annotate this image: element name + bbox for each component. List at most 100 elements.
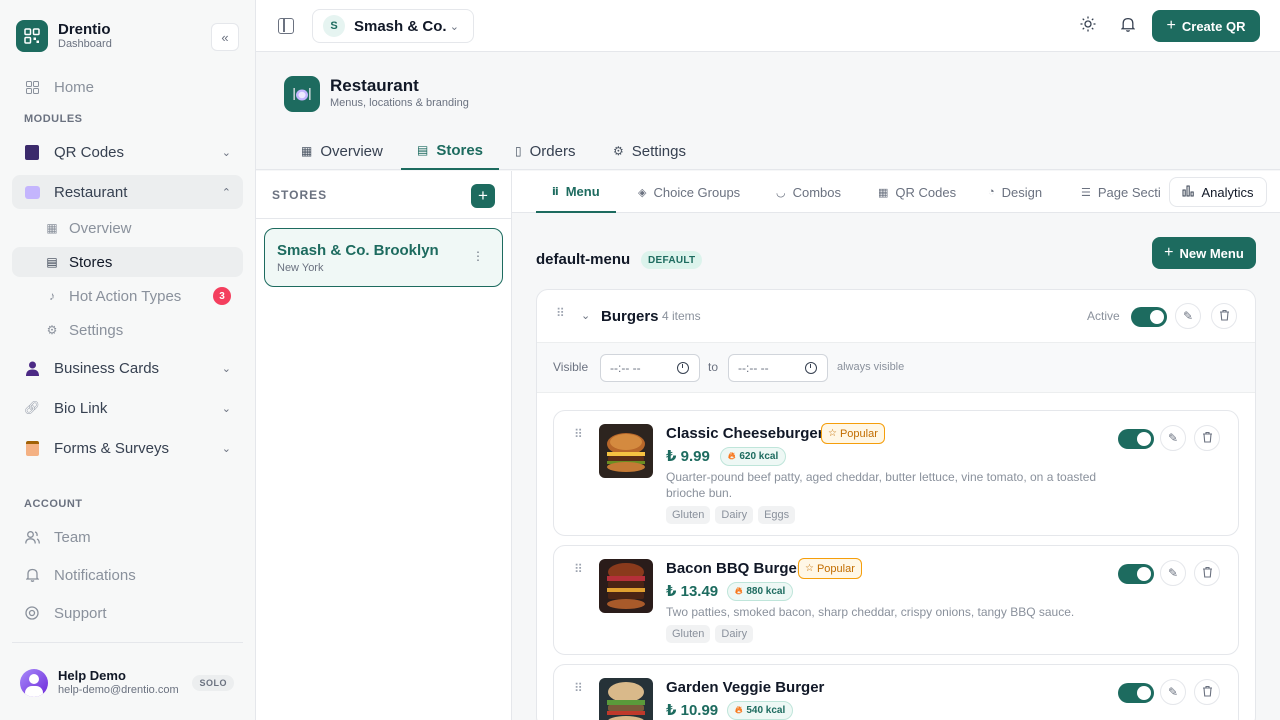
chevron-down-icon[interactable]: ⌄: [581, 309, 590, 322]
subtab-label: QR Codes: [895, 184, 957, 200]
new-menu-button[interactable]: + New Menu: [1152, 237, 1256, 269]
gear-icon: ⚙: [46, 323, 58, 337]
sidebar-item-restaurant[interactable]: Restaurant ⌃: [12, 175, 243, 209]
clock-icon: [677, 362, 689, 374]
bowl-icon: ◡: [776, 186, 786, 199]
trash-icon: [1202, 685, 1213, 700]
account-section-label: ACCOUNT: [24, 498, 83, 510]
sidebar-subitem-stores[interactable]: ▤ Stores: [12, 247, 243, 277]
sidebar-item-home[interactable]: Home: [12, 70, 243, 104]
sidebar-item-label: Home: [54, 78, 95, 96]
subtab-label: Choice Groups: [653, 184, 741, 200]
delete-item-button[interactable]: [1194, 425, 1220, 451]
sidebar-item-label: Restaurant: [54, 183, 128, 201]
subtab-qr-codes[interactable]: ▦ QR Codes: [862, 171, 972, 213]
topbar: S Smash & Co. ⌄ + Create QR: [256, 0, 1280, 52]
sidebar-item-label: Forms & Surveys: [54, 439, 170, 457]
analytics-button[interactable]: Analytics: [1169, 177, 1267, 207]
sidebar-item-label: Bio Link: [54, 399, 108, 417]
edit-category-button[interactable]: ✎: [1175, 303, 1201, 329]
edit-item-button[interactable]: ✎: [1160, 425, 1186, 451]
sidebar-item-team[interactable]: Team: [12, 520, 243, 554]
visible-from-time-input[interactable]: --:-- --: [600, 354, 700, 382]
sidebar: Drentio Dashboard « Home MODULES QR Code…: [0, 0, 256, 720]
item-active-toggle[interactable]: [1118, 683, 1154, 703]
user-name: Help Demo: [58, 668, 126, 683]
user-profile[interactable]: Help Demo help-demo@drentio.com SOLO: [20, 668, 236, 697]
collapse-sidebar-button[interactable]: «: [211, 23, 239, 51]
avatar: [20, 668, 48, 697]
add-store-button[interactable]: +: [471, 184, 495, 208]
sidebar-item-bio-link[interactable]: 🔗︎ Bio Link ⌄: [12, 391, 243, 425]
drag-handle-icon[interactable]: ⠿: [574, 563, 584, 575]
sidebar-item-forms-surveys[interactable]: Forms & Surveys ⌄: [12, 431, 243, 465]
sidebar-subitem-overview[interactable]: ▦ Overview: [12, 213, 243, 243]
layers-icon: ◈: [638, 186, 647, 199]
delete-item-button[interactable]: [1194, 679, 1220, 705]
subtab-menu[interactable]: ⅱ Menu: [536, 171, 616, 213]
item-description: Two patties, smoked bacon, sharp cheddar…: [666, 605, 1075, 619]
chevron-up-icon: ⌃: [221, 186, 231, 199]
delete-category-button[interactable]: [1211, 303, 1237, 329]
category-active-toggle[interactable]: [1131, 307, 1167, 327]
edit-item-button[interactable]: ✎: [1160, 560, 1186, 586]
sidebar-item-notifications[interactable]: Notifications: [12, 558, 243, 592]
subtab-design[interactable]: ◔ Design: [972, 171, 1058, 213]
visible-label: Visible: [553, 360, 589, 374]
person-icon: [24, 360, 40, 376]
bell-icon: [1120, 17, 1136, 36]
stores-title: STORES: [272, 188, 328, 202]
utensils-icon: ⅱ: [552, 185, 559, 198]
drag-handle-icon[interactable]: ⠿: [574, 682, 584, 694]
item-description: Quarter-pound beef patty, aged cheddar, …: [666, 470, 1097, 500]
theme-toggle-button[interactable]: [1078, 16, 1098, 36]
sidebar-item-business-cards[interactable]: Business Cards ⌄: [12, 351, 243, 385]
item-active-toggle[interactable]: [1118, 429, 1154, 449]
store-card[interactable]: Smash & Co. Brooklyn New York ⋮: [264, 228, 503, 287]
subtab-label: Menu: [565, 183, 600, 199]
item-name: Garden Veggie Burger: [666, 679, 825, 696]
notifications-button[interactable]: [1118, 16, 1138, 36]
trash-icon: [1219, 309, 1230, 324]
sidebar-subitem-label: Overview: [69, 219, 132, 237]
lifebuoy-icon: [24, 605, 40, 621]
sidebar-item-qr-codes[interactable]: QR Codes ⌄: [12, 135, 243, 169]
sidebar-item-support[interactable]: Support: [12, 596, 243, 630]
chevron-down-icon: ⌄: [221, 146, 231, 159]
tab-stores[interactable]: ▤ Stores: [401, 132, 500, 170]
popular-label: Popular: [839, 427, 878, 440]
edit-item-button[interactable]: ✎: [1160, 679, 1186, 705]
tab-orders[interactable]: ▯ Orders: [499, 132, 591, 170]
visible-to-time-input[interactable]: --:-- --: [728, 354, 828, 382]
store-initial-badge: S: [323, 15, 345, 37]
store-name: Smash & Co. Brooklyn: [277, 242, 439, 259]
item-active-toggle[interactable]: [1118, 564, 1154, 584]
drag-handle-icon[interactable]: ⠿: [556, 307, 566, 319]
chevron-down-icon: ⌄: [449, 20, 459, 33]
menu-item-card: ⠿ Bacon BBQ Burger ☆ Popular ₺ 13.49 🔥︎ …: [553, 545, 1239, 655]
item-image: [599, 424, 653, 478]
allergen-tag: Eggs: [758, 506, 796, 524]
tab-overview[interactable]: ▦ Overview: [285, 132, 399, 170]
trash-icon: [1202, 566, 1213, 581]
brand[interactable]: Drentio Dashboard: [16, 20, 112, 52]
sidebar-subitem-label: Settings: [69, 321, 124, 339]
sidebar-toggle-icon[interactable]: [278, 18, 294, 34]
sidebar-subitem-hot-action-types[interactable]: ♪ Hot Action Types 3: [12, 281, 243, 311]
menu-item-card: ⠿ Garden Veggie Burger ₺ 10.99 🔥︎ 540 kc…: [553, 664, 1239, 720]
subtab-combos[interactable]: ◡ Combos: [760, 171, 857, 213]
subtab-choice-groups[interactable]: ◈ Choice Groups: [622, 171, 756, 213]
subtab-label: Design: [1001, 184, 1043, 200]
allergen-tags: Gluten Dairy Eggs: [666, 506, 800, 524]
tab-settings[interactable]: ⚙ Settings: [597, 132, 702, 170]
drag-handle-icon[interactable]: ⠿: [574, 428, 584, 440]
allergen-tag: Dairy: [715, 625, 754, 643]
subtab-page-sections[interactable]: ☰ Page Secti: [1065, 171, 1169, 213]
create-qr-button[interactable]: + Create QR: [1152, 10, 1260, 42]
more-vertical-icon[interactable]: ⋮: [472, 249, 484, 263]
modules-section-label: MODULES: [24, 113, 83, 125]
gear-icon: ⚙: [613, 144, 624, 158]
delete-item-button[interactable]: [1194, 560, 1220, 586]
sidebar-subitem-settings[interactable]: ⚙ Settings: [12, 315, 243, 345]
store-selector[interactable]: S Smash & Co. ⌄: [312, 9, 474, 43]
